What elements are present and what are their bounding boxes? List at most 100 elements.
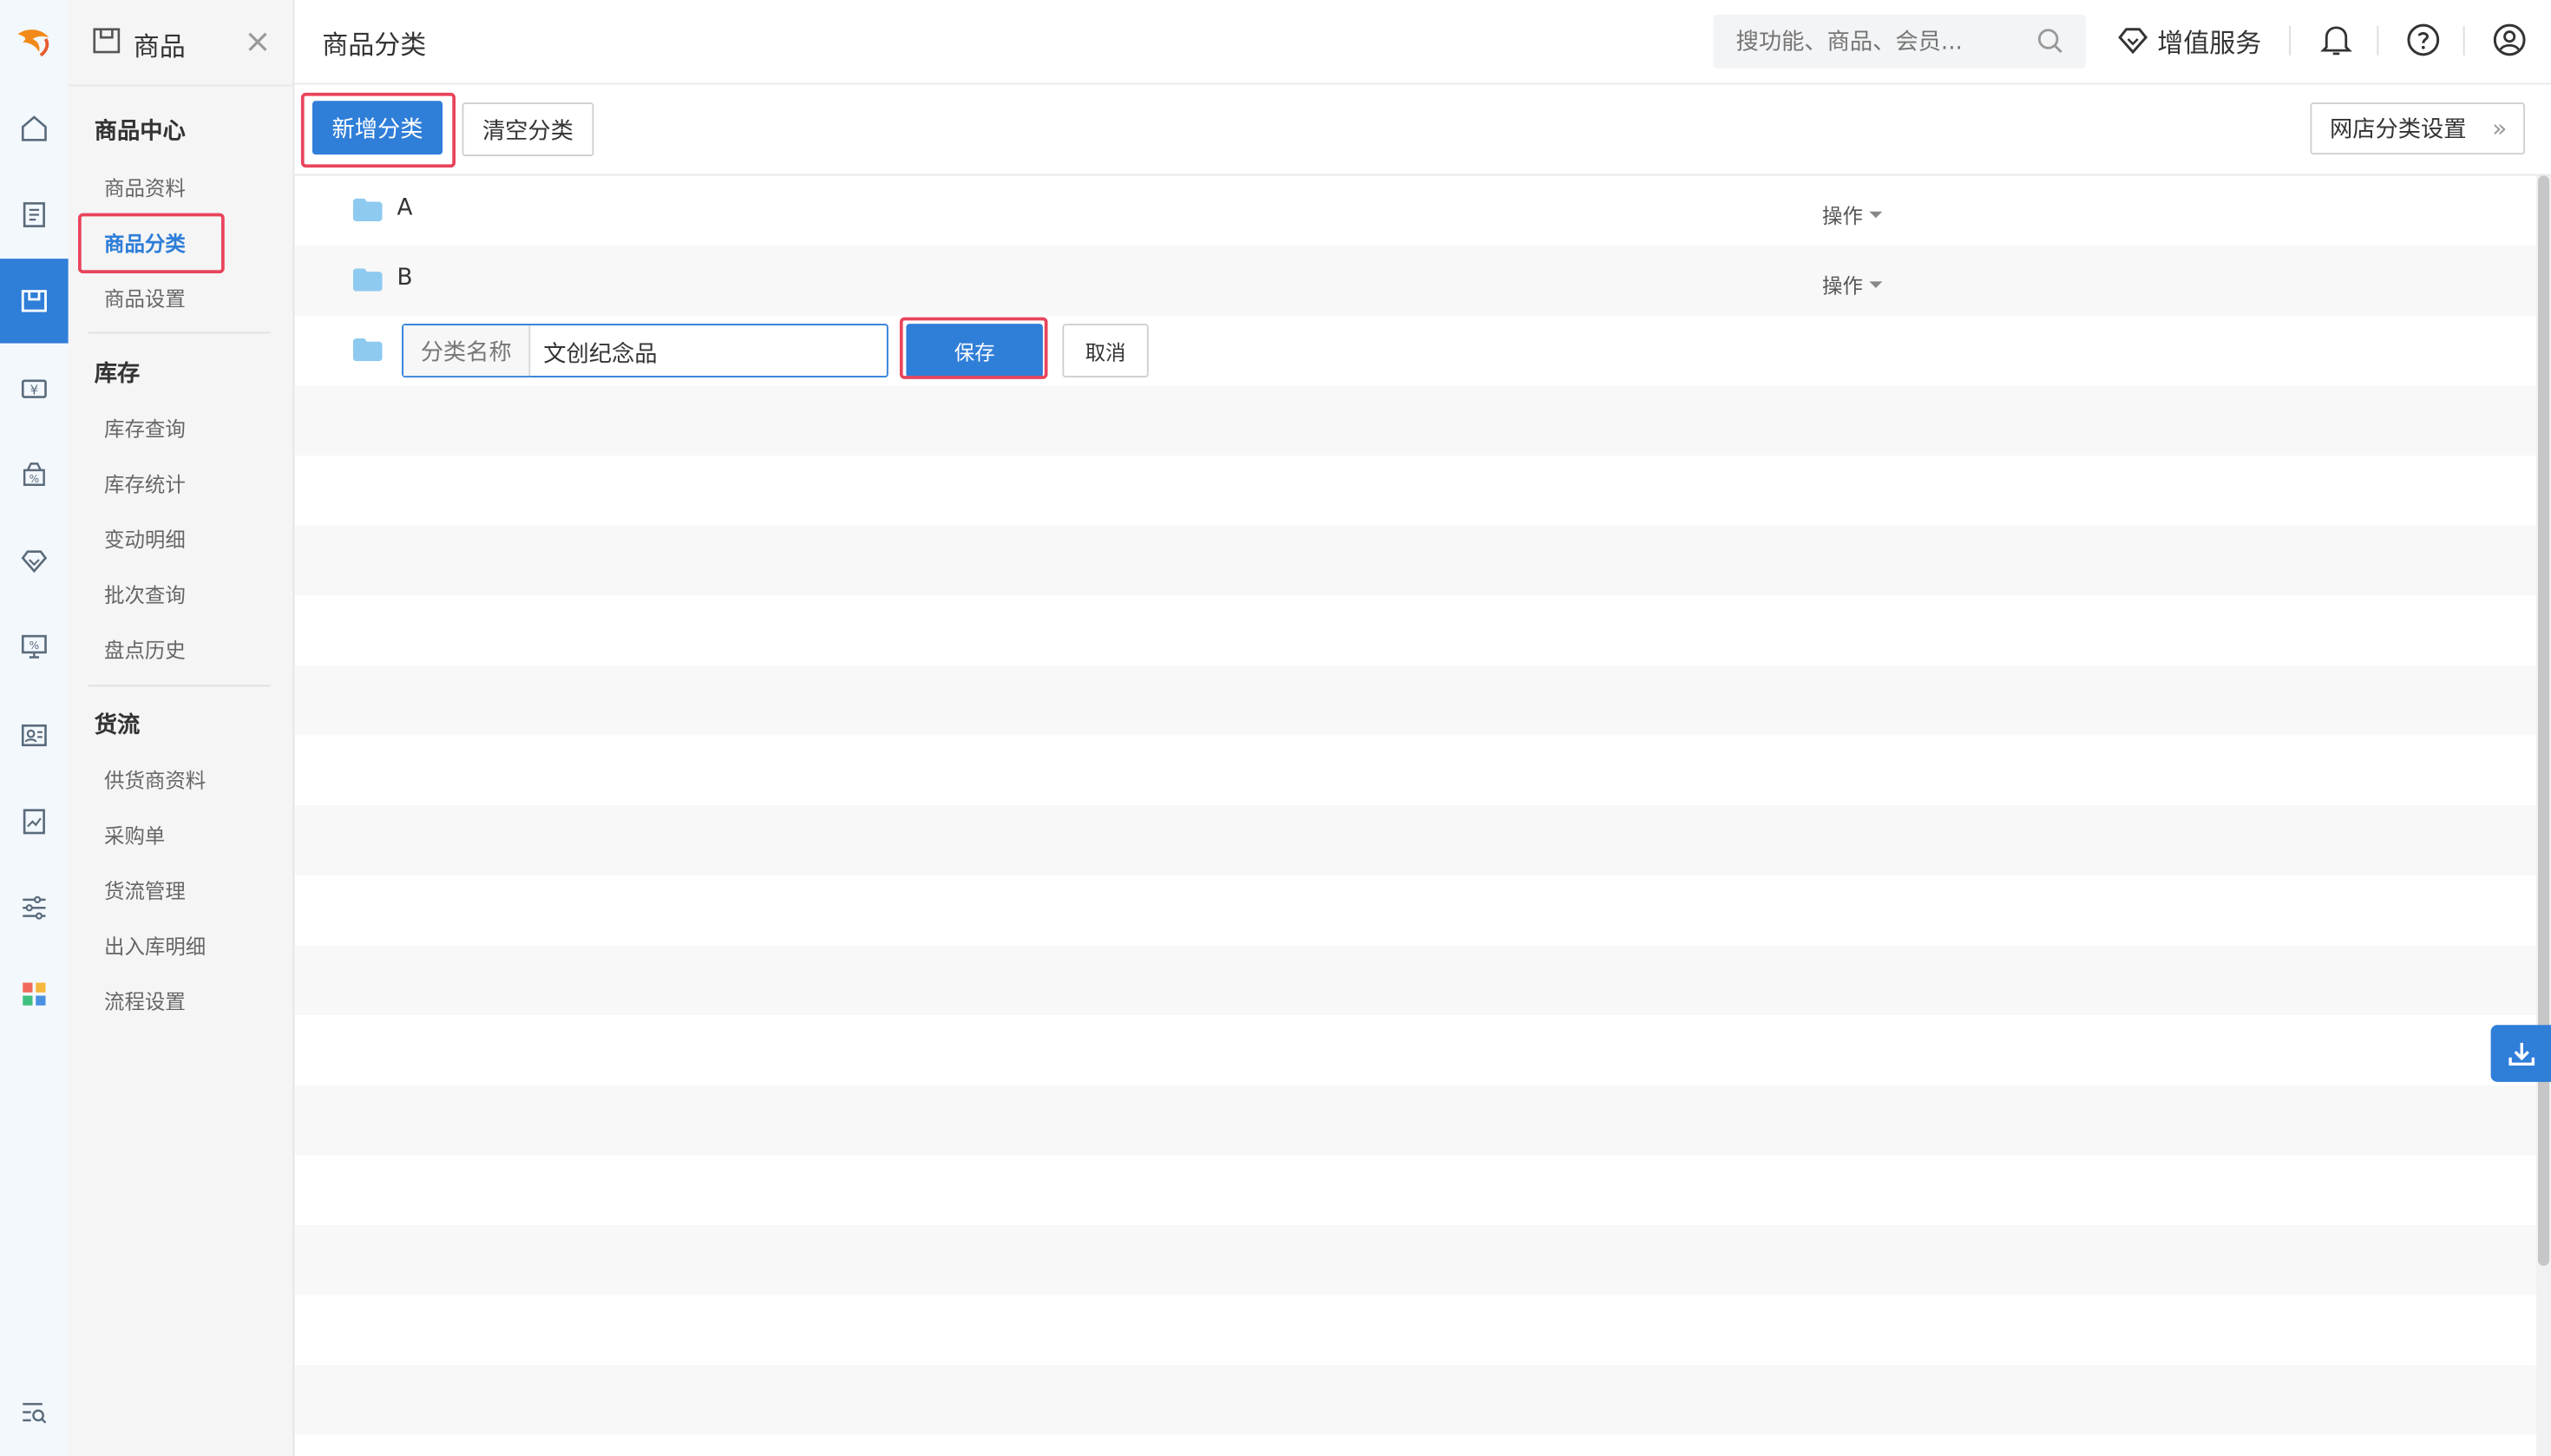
topbar-divider xyxy=(2289,26,2291,56)
caret-down-icon xyxy=(1869,210,1883,218)
empty-row xyxy=(294,876,2536,946)
category-actions-dropdown[interactable]: 操作 xyxy=(1822,268,1883,299)
sidebar-item-logistics-management[interactable]: 货流管理 xyxy=(104,874,186,905)
search-input[interactable] xyxy=(1732,24,2032,61)
sidebar-item-inventory-query[interactable]: 库存查询 xyxy=(104,411,186,443)
category-name-input[interactable] xyxy=(540,333,872,371)
sidebar-item-supplier-info[interactable]: 供货商资料 xyxy=(104,763,206,794)
empty-row xyxy=(294,1295,2536,1366)
category-name-label: 分类名称 xyxy=(403,325,531,377)
rail-orders[interactable] xyxy=(0,173,69,258)
category-actions-dropdown[interactable]: 操作 xyxy=(1822,199,1883,230)
sidebar-item-change-details[interactable]: 变动明细 xyxy=(104,522,186,554)
category-name: A xyxy=(397,195,413,221)
sidebar-item-stocktake-history[interactable]: 盘点历史 xyxy=(104,633,186,664)
icon-rail: ¥ % % xyxy=(0,0,70,1456)
sidebar-item-product-category[interactable]: 商品分类 xyxy=(104,226,186,258)
new-category-row: 分类名称 保存 取消 xyxy=(294,316,2536,386)
sidebar-item-product-settings[interactable]: 商品设置 xyxy=(104,281,186,312)
folder-icon xyxy=(352,198,383,221)
rail-reports[interactable] xyxy=(0,779,69,864)
group-title-logistics: 货流 xyxy=(94,712,141,739)
empty-row xyxy=(294,456,2536,526)
vertical-scrollbar[interactable] xyxy=(2536,175,2551,1456)
group-title-inventory: 库存 xyxy=(94,361,141,388)
sidebar-item-batch-query[interactable]: 批次查询 xyxy=(104,578,186,609)
menu-search-icon xyxy=(23,1402,47,1424)
caret-down-icon xyxy=(1869,280,1883,287)
product-box-icon xyxy=(93,28,121,54)
discount-icon: % xyxy=(23,462,45,486)
category-name-field[interactable]: 分类名称 xyxy=(402,324,889,377)
floating-download-button[interactable] xyxy=(2490,1025,2551,1082)
rail-products[interactable] xyxy=(0,259,69,344)
online-store-category-settings-label: 网店分类设置 xyxy=(2330,117,2467,143)
empty-row xyxy=(294,1224,2537,1295)
rail-home[interactable] xyxy=(0,86,69,171)
save-button[interactable]: 保存 xyxy=(906,324,1043,377)
sidebar-item-inventory-stats[interactable]: 库存统计 xyxy=(104,467,186,498)
user-avatar-icon[interactable] xyxy=(2493,23,2527,56)
sidebar-item-stock-inout-details[interactable]: 出入库明细 xyxy=(104,929,206,961)
category-list: A 操作 B 操作 分类名称 保存 取消 xyxy=(294,176,2537,1456)
sidebar-item-product-info[interactable]: 商品资料 xyxy=(104,171,186,202)
sliders-icon xyxy=(23,895,46,920)
empty-row xyxy=(294,1365,2537,1435)
yen-card-icon: ¥ xyxy=(21,379,47,398)
category-toolbar: 新增分类 清空分类 网店分类设置 » xyxy=(294,84,2551,176)
rail-promotion[interactable]: % xyxy=(0,433,69,518)
receipt-icon xyxy=(23,202,45,227)
search-icon[interactable] xyxy=(2037,28,2065,56)
diamond-icon xyxy=(21,550,48,574)
topbar-divider xyxy=(2377,26,2379,56)
global-search[interactable] xyxy=(1713,14,2086,69)
empty-row xyxy=(294,1155,2536,1225)
empty-row xyxy=(294,665,2537,736)
report-chart-icon xyxy=(23,809,45,835)
close-icon[interactable]: × xyxy=(244,24,271,57)
rail-members[interactable] xyxy=(0,693,69,778)
download-icon xyxy=(2508,1041,2535,1065)
category-row[interactable]: B 操作 xyxy=(294,246,2537,316)
actions-label: 操作 xyxy=(1822,203,1863,228)
rail-vip[interactable] xyxy=(0,519,69,604)
sidebar-title: 商品 xyxy=(133,30,186,62)
topbar-divider xyxy=(2462,26,2465,56)
secondary-sidebar: 商品 × 商品中心 商品资料 商品分类 商品设置 库存 库存查询 库存统计 变动… xyxy=(68,0,295,1456)
product-box-icon xyxy=(21,290,47,312)
empty-row xyxy=(294,525,2537,596)
rail-finance[interactable]: ¥ xyxy=(0,346,69,431)
rail-search-menu[interactable] xyxy=(0,1370,69,1455)
app-logo[interactable] xyxy=(0,0,69,85)
rail-settings[interactable] xyxy=(0,866,69,951)
sidebar-divider xyxy=(88,331,271,334)
category-row[interactable]: A 操作 xyxy=(294,176,2536,246)
svg-text:%: % xyxy=(30,639,40,652)
rail-marketing[interactable]: % xyxy=(0,604,69,689)
add-category-button[interactable]: 新增分类 xyxy=(312,101,443,155)
empty-row xyxy=(294,945,2537,1015)
empty-row xyxy=(294,595,2536,666)
sidebar-item-purchase-order[interactable]: 采购单 xyxy=(104,818,165,849)
clear-categories-button[interactable]: 清空分类 xyxy=(462,102,594,156)
cancel-button[interactable]: 取消 xyxy=(1062,324,1149,377)
svg-text:%: % xyxy=(30,473,40,485)
empty-row xyxy=(294,1085,2537,1156)
top-bar: 商品分类 增值服务 xyxy=(294,0,2551,85)
diamond-icon xyxy=(2118,28,2148,55)
bell-icon[interactable] xyxy=(2320,23,2353,58)
folder-icon xyxy=(352,268,383,292)
member-card-icon xyxy=(21,724,47,747)
value-added-services-label: 增值服务 xyxy=(2157,27,2262,59)
online-store-category-settings-button[interactable]: 网店分类设置 » xyxy=(2310,102,2525,155)
empty-row xyxy=(294,736,2536,806)
dolphin-logo-icon xyxy=(17,30,49,57)
monitor-percent-icon: % xyxy=(21,634,47,659)
value-added-services-button[interactable]: 增值服务 xyxy=(2116,21,2261,60)
scrollbar-thumb[interactable] xyxy=(2538,175,2550,1266)
empty-row xyxy=(294,385,2537,456)
sidebar-item-process-settings[interactable]: 流程设置 xyxy=(104,984,186,1015)
help-icon[interactable] xyxy=(2406,23,2440,56)
rail-apps[interactable] xyxy=(0,952,69,1037)
svg-text:¥: ¥ xyxy=(30,383,39,398)
